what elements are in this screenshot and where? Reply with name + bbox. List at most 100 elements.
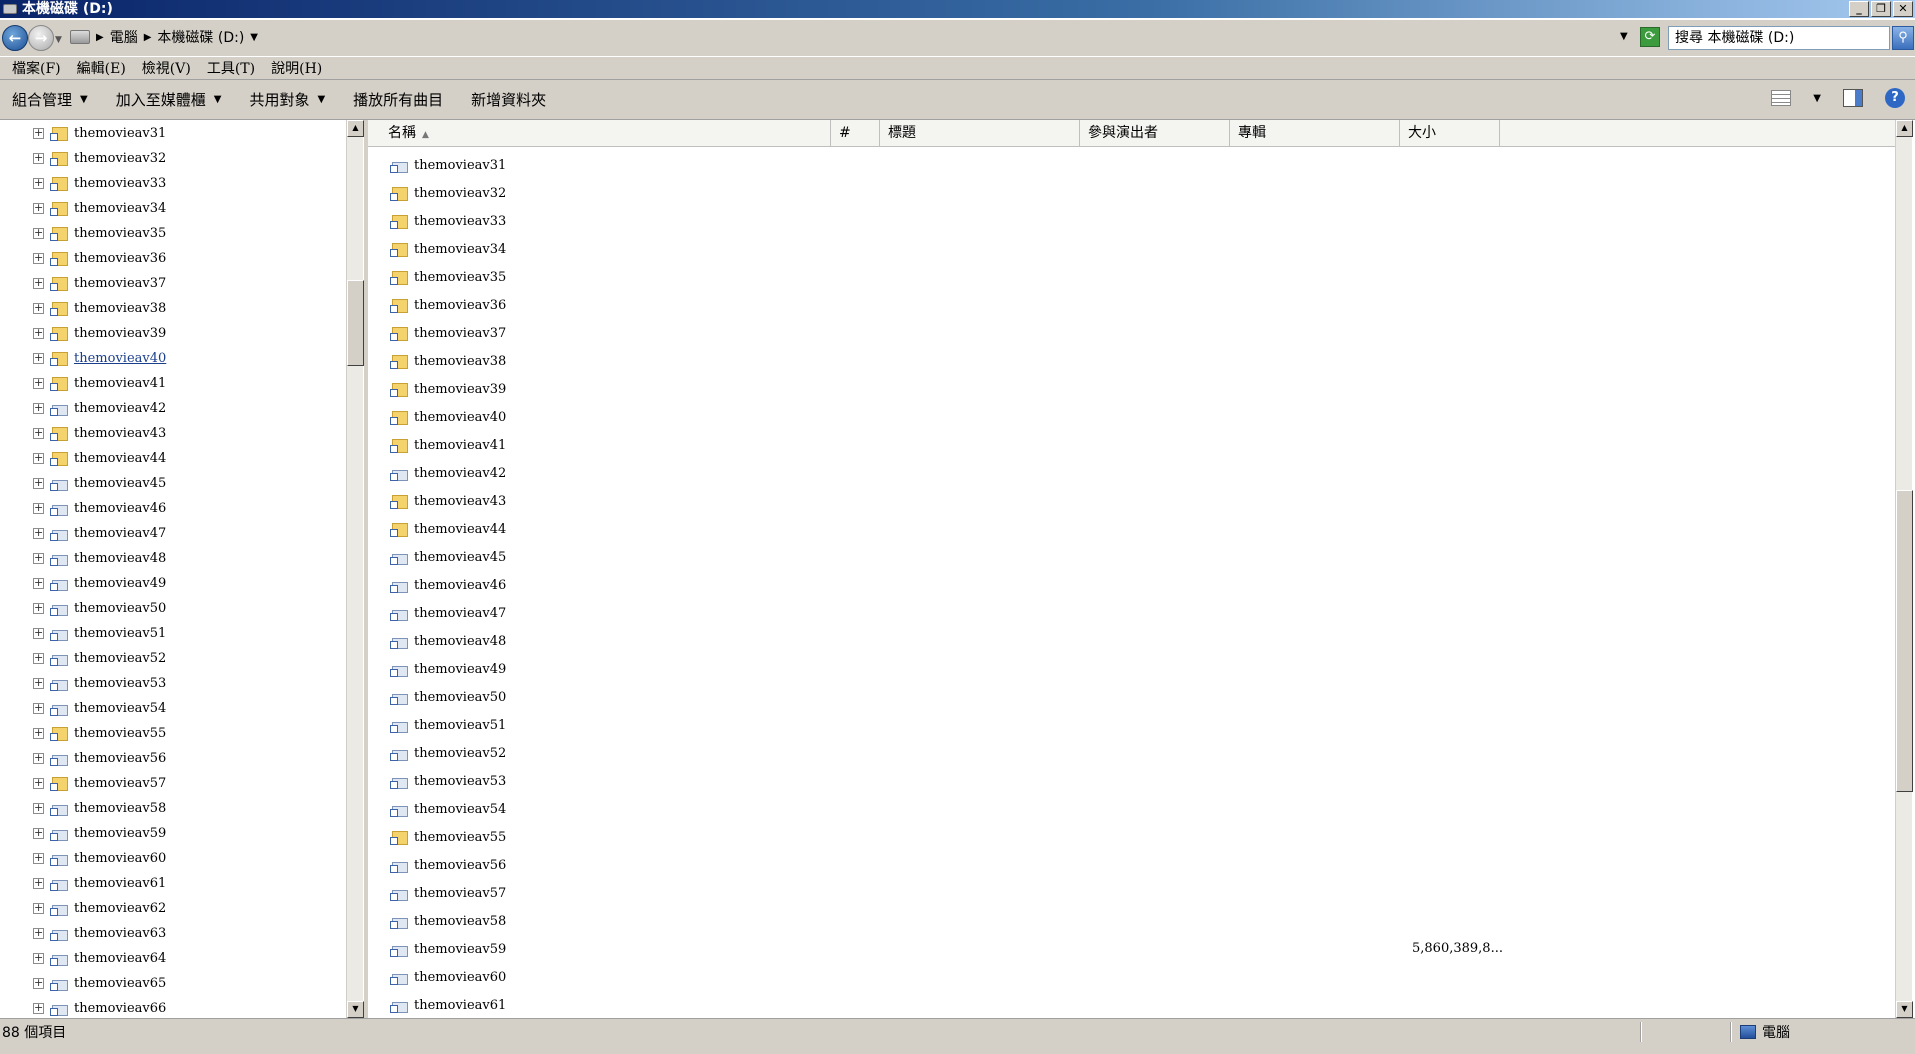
expand-icon[interactable]: +: [33, 127, 44, 139]
tree-item[interactable]: + themovieav35: [33, 222, 166, 244]
scroll-up-icon[interactable]: ▲: [347, 120, 364, 137]
column-title[interactable]: 標題: [880, 120, 1080, 147]
tree-item[interactable]: + themovieav63: [33, 922, 166, 944]
refresh-button[interactable]: ⟳: [1640, 27, 1660, 47]
expand-icon[interactable]: +: [33, 802, 44, 814]
tree-item[interactable]: + themovieav60: [33, 847, 166, 869]
list-item[interactable]: themovieav55: [390, 825, 506, 849]
expand-icon[interactable]: +: [33, 402, 44, 414]
close-button[interactable]: ✕: [1893, 1, 1913, 17]
column-album[interactable]: 專輯: [1230, 120, 1400, 147]
list-item[interactable]: themovieav39: [390, 377, 506, 401]
expand-icon[interactable]: +: [33, 277, 44, 289]
tree-item[interactable]: + themovieav49: [33, 572, 166, 594]
tree-item[interactable]: + themovieav39: [33, 322, 166, 344]
expand-icon[interactable]: +: [33, 852, 44, 864]
tree-item[interactable]: + themovieav40: [33, 347, 166, 369]
search-icon[interactable]: ⚲: [1892, 26, 1914, 50]
expand-icon[interactable]: +: [33, 952, 44, 964]
expand-icon[interactable]: +: [33, 377, 44, 389]
minimize-button[interactable]: _: [1849, 1, 1869, 17]
tree-item[interactable]: + themovieav45: [33, 472, 166, 494]
chevron-right-icon[interactable]: ▶: [96, 32, 104, 43]
column-artist[interactable]: 參與演出者: [1080, 120, 1230, 147]
expand-icon[interactable]: +: [33, 652, 44, 664]
search-input[interactable]: 搜尋 本機磁碟 (D:): [1668, 26, 1890, 50]
list-item[interactable]: themovieav31: [390, 153, 506, 177]
expand-icon[interactable]: +: [33, 352, 44, 364]
tree-item[interactable]: + themovieav48: [33, 547, 166, 569]
expand-icon[interactable]: +: [33, 327, 44, 339]
list-item[interactable]: themovieav32: [390, 181, 506, 205]
tree-item[interactable]: + themovieav66: [33, 997, 166, 1018]
expand-icon[interactable]: +: [33, 177, 44, 189]
list-item[interactable]: themovieav47: [390, 601, 506, 625]
expand-icon[interactable]: +: [33, 577, 44, 589]
list-item[interactable]: themovieav58: [390, 909, 506, 933]
expand-icon[interactable]: +: [33, 977, 44, 989]
scroll-up-icon[interactable]: ▲: [1896, 120, 1913, 137]
tree-item[interactable]: + themovieav62: [33, 897, 166, 919]
tree-item[interactable]: + themovieav38: [33, 297, 166, 319]
expand-icon[interactable]: +: [33, 827, 44, 839]
view-details-icon[interactable]: [1771, 90, 1792, 106]
scroll-thumb[interactable]: [347, 280, 364, 366]
tree-item[interactable]: + themovieav34: [33, 197, 166, 219]
tree-item[interactable]: + themovieav47: [33, 522, 166, 544]
tree-item[interactable]: + themovieav56: [33, 747, 166, 769]
tree-item[interactable]: + themovieav54: [33, 697, 166, 719]
view-dropdown-icon[interactable]: ▼: [1813, 93, 1821, 104]
tree-item[interactable]: + themovieav61: [33, 872, 166, 894]
tree-item[interactable]: + themovieav36: [33, 247, 166, 269]
chevron-right-icon[interactable]: ▶: [144, 32, 152, 43]
forward-button[interactable]: →: [28, 25, 54, 51]
tree-item[interactable]: + themovieav65: [33, 972, 166, 994]
tree-item[interactable]: + themovieav31: [33, 122, 166, 144]
tree-item[interactable]: + themovieav57: [33, 772, 166, 794]
list-item[interactable]: themovieav57: [390, 881, 506, 905]
expand-icon[interactable]: +: [33, 602, 44, 614]
back-button[interactable]: ←: [2, 25, 28, 51]
list-item[interactable]: themovieav46: [390, 573, 506, 597]
list-item[interactable]: themovieav34: [390, 237, 506, 261]
history-dropdown-icon[interactable]: ▼: [55, 35, 62, 45]
add-to-library-button[interactable]: 加入至媒體櫃 ▼: [116, 89, 222, 110]
list-item[interactable]: themovieav51: [390, 713, 506, 737]
list-scrollbar[interactable]: ▲ ▼: [1895, 120, 1913, 1018]
scroll-down-icon[interactable]: ▼: [347, 1001, 364, 1018]
list-item[interactable]: themovieav37: [390, 321, 506, 345]
share-with-button[interactable]: 共用對象 ▼: [249, 89, 325, 110]
expand-icon[interactable]: +: [33, 427, 44, 439]
list-item[interactable]: themovieav61: [390, 993, 506, 1017]
play-all-button[interactable]: 播放所有曲目: [353, 89, 443, 110]
expand-icon[interactable]: +: [33, 877, 44, 889]
list-item[interactable]: themovieav42: [390, 461, 506, 485]
tree-item[interactable]: + themovieav64: [33, 947, 166, 969]
column-size[interactable]: 大小: [1400, 120, 1500, 147]
expand-icon[interactable]: +: [33, 527, 44, 539]
expand-icon[interactable]: +: [33, 302, 44, 314]
address-dropdown-icon[interactable]: ▼: [1620, 31, 1628, 42]
preview-pane-icon[interactable]: [1843, 89, 1863, 107]
expand-icon[interactable]: +: [33, 927, 44, 939]
tree-item[interactable]: + themovieav46: [33, 497, 166, 519]
tree-item[interactable]: + themovieav42: [33, 397, 166, 419]
expand-icon[interactable]: +: [33, 902, 44, 914]
list-item[interactable]: themovieav44: [390, 517, 506, 541]
new-folder-button[interactable]: 新增資料夾: [471, 89, 546, 110]
menu-edit[interactable]: 編輯(E): [77, 58, 126, 78]
menu-file[interactable]: 檔案(F): [12, 58, 61, 78]
expand-icon[interactable]: +: [33, 227, 44, 239]
expand-icon[interactable]: +: [33, 627, 44, 639]
tree-item[interactable]: + themovieav59: [33, 822, 166, 844]
tree-item[interactable]: + themovieav32: [33, 147, 166, 169]
menu-tools[interactable]: 工具(T): [207, 58, 255, 78]
list-item[interactable]: themovieav54: [390, 797, 506, 821]
column-name[interactable]: 名稱 ▲: [368, 120, 831, 147]
expand-icon[interactable]: +: [33, 752, 44, 764]
organize-button[interactable]: 組合管理 ▼: [12, 89, 88, 110]
scroll-thumb[interactable]: [1896, 490, 1913, 792]
list-item[interactable]: themovieav48: [390, 629, 506, 653]
expand-icon[interactable]: +: [33, 552, 44, 564]
restore-button[interactable]: ❐: [1871, 1, 1891, 17]
